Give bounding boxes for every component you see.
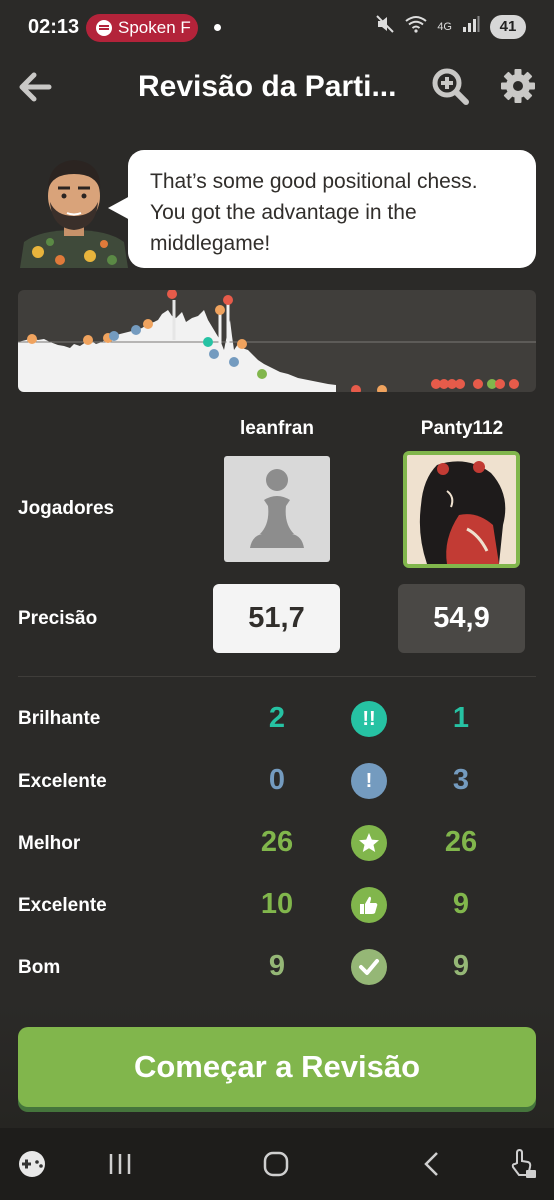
arrow-left-icon [19,72,52,102]
excellent-thumb-icon [351,887,387,923]
system-back-button[interactable] [412,1148,452,1180]
row-label-best: Melhor [18,833,81,854]
home-button[interactable] [256,1148,296,1180]
white-player-name: leanfran [240,418,314,439]
pawn-icon [250,469,304,548]
row-label-great: Excelente [18,771,107,792]
system-navigation-bar [0,1128,554,1200]
speech-bubble-tail [108,196,130,220]
page-title: Revisão da Parti... [138,70,397,103]
row-label-brilliant: Brilhante [18,708,101,729]
brilliant-icon: !! [351,701,387,737]
chevron-left-icon [424,1152,438,1176]
best-star-icon [351,825,387,861]
white-accuracy: 51,7 [213,584,340,653]
section-divider [18,676,536,677]
wifi-icon [405,15,427,38]
black-player-avatar[interactable] [403,451,520,568]
analysis-zoom-button[interactable] [430,66,472,108]
magnifier-plus-icon [432,68,469,105]
home-circle-icon [263,1151,289,1177]
black-player-name: Panty112 [420,418,504,439]
gear-icon [501,69,535,103]
settings-button[interactable] [498,66,540,108]
game-launcher-button[interactable] [12,1148,52,1180]
touch-lock-icon [511,1149,536,1178]
status-time: 02:13 [28,16,80,38]
white-count-best: 26 [260,826,294,858]
gamepad-icon [19,1151,45,1177]
row-label-excellent: Excelente [18,895,107,916]
spotify-notification-pill[interactable]: Spoken F [86,14,198,42]
evaluation-graph[interactable] [18,290,536,392]
mute-icon [375,14,395,39]
white-count-excellent: 10 [260,888,294,920]
status-icons: 4G 41 [375,14,526,39]
white-count-brilliant: 2 [268,702,286,734]
battery-indicator: 41 [490,14,526,39]
spotify-icon [96,20,112,36]
black-accuracy: 54,9 [398,584,525,653]
row-label-good: Bom [18,957,61,978]
header: Revisão da Parti... [0,56,554,120]
white-player-avatar[interactable] [224,456,330,562]
players-label: Jogadores [18,498,115,519]
great-move-icon: ! [351,763,387,799]
network-label: 4G [437,20,452,33]
recent-apps-icon [109,1154,131,1174]
notification-dot [214,24,221,31]
spotify-text: Spoken F [118,18,191,37]
back-button[interactable] [14,66,56,108]
status-bar: 02:13 Spoken F 4G 41 [0,0,554,56]
black-count-good: 9 [452,950,470,982]
black-count-brilliant: 1 [452,702,470,734]
recent-apps-button[interactable] [100,1148,140,1180]
accuracy-label: Precisão [18,608,98,629]
black-count-excellent: 9 [452,888,470,920]
white-count-great: 0 [268,764,286,796]
start-review-button[interactable]: Começar a Revisão [18,1027,536,1107]
white-count-good: 9 [268,950,286,982]
black-count-great: 3 [452,764,470,796]
black-count-best: 26 [444,826,478,858]
touch-lock-button[interactable] [502,1148,542,1180]
coach-speech-bubble: That’s some good positional chess. You g… [128,150,536,268]
signal-icon [462,15,480,38]
good-check-icon [351,949,387,985]
